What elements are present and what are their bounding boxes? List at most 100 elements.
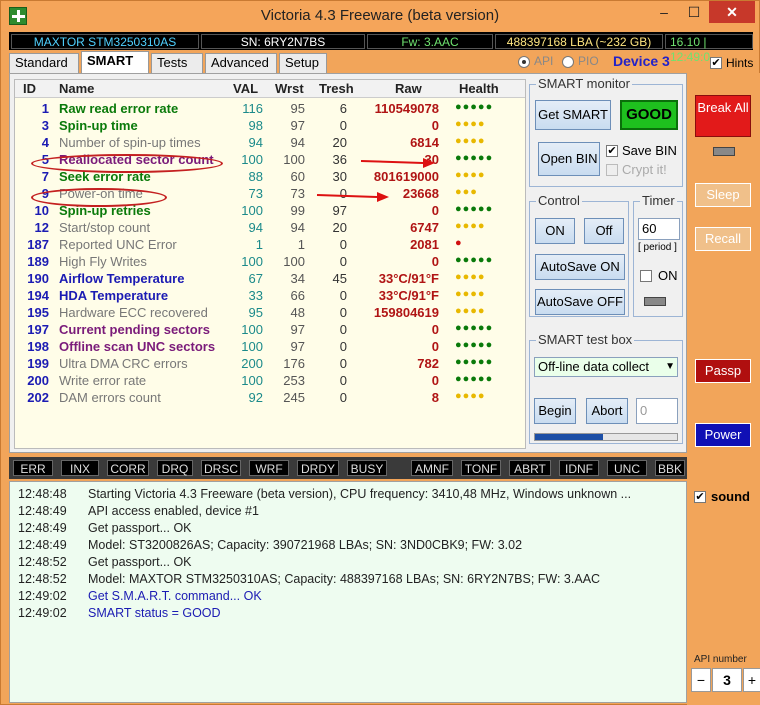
save-bin-checkbox[interactable]: ✔ (606, 145, 618, 157)
log-message: Model: ST3200826AS; Capacity: 390721968 … (88, 538, 523, 552)
attr-worst: 94 (290, 135, 305, 150)
open-bin-button[interactable]: Open BIN (538, 142, 600, 176)
attr-threshold: 0 (339, 390, 347, 405)
attr-name: Offline scan UNC sectors (59, 339, 216, 354)
autosave-on-button[interactable]: AutoSave ON (535, 254, 625, 280)
sleep-button[interactable]: Sleep (695, 183, 751, 207)
pio-radio-label: PIO (578, 54, 599, 68)
tab-smart[interactable]: SMART (81, 51, 149, 73)
attr-raw: 110549078 (374, 101, 439, 116)
smart-row[interactable]: 189 High Fly Writes 100 100 0 0 ●●●●● (15, 253, 525, 270)
close-button[interactable]: ✕ (709, 1, 755, 23)
device-label[interactable]: Device 3 (613, 53, 670, 69)
attr-health: ●●●●● (455, 101, 494, 113)
get-smart-button[interactable]: Get SMART (535, 100, 611, 130)
timer-label: Timer (640, 193, 677, 208)
attr-val: 67 (248, 271, 263, 286)
attr-name: Hardware ECC recovered (59, 305, 208, 320)
attr-health: ●●●●● (455, 254, 494, 266)
control-on-button[interactable]: ON (535, 218, 575, 244)
smart-row[interactable]: 187 Reported UNC Error 1 1 0 2081 ● (15, 236, 525, 253)
smart-panel: ID Name VAL Wrst Tresh Raw Health 1 Raw r… (9, 73, 687, 453)
log-time: 12:49:02 (18, 606, 67, 620)
attr-name: Start/stop count (59, 220, 151, 235)
smart-row[interactable]: 4 Number of spin-up times 94 94 20 6814 ●●●● (15, 134, 525, 151)
log-time: 12:48:48 (18, 487, 67, 501)
smart-row[interactable]: 199 Ultra DMA CRC errors 200 176 0 782 ●●●●● (15, 355, 525, 372)
log-message: SMART status = GOOD (88, 606, 221, 620)
smart-row[interactable]: 202 DAM errors count 92 245 0 8 ●●●● (15, 389, 525, 406)
arrow-reallocated (360, 158, 435, 168)
attr-worst: 97 (290, 339, 305, 354)
attr-threshold: 0 (339, 237, 347, 252)
test-type-select[interactable]: Off-line data collect ▼ (534, 357, 678, 377)
smart-row[interactable]: 197 Current pending sectors 100 97 0 0 ●●●●● (15, 321, 525, 338)
pio-radio[interactable] (562, 56, 574, 68)
api-number-decrement[interactable]: − (691, 668, 711, 692)
sound-checkbox[interactable]: ✔ (694, 491, 706, 503)
attr-health: ●●●● (455, 169, 486, 181)
attr-raw: 33°C/91°F (378, 271, 439, 286)
col-val: VAL (233, 81, 259, 96)
smart-row[interactable]: 200 Write error rate 100 253 0 0 ●●●●● (15, 372, 525, 389)
flag-err: ERR (13, 460, 53, 476)
smart-row[interactable]: 1 Raw read error rate 116 95 6 110549078 ●●●●● (15, 100, 525, 117)
attr-raw: 2081 (410, 237, 439, 252)
log-message: Get passport... OK (88, 521, 192, 535)
timer-input[interactable]: 60 (638, 218, 680, 240)
attr-name: High Fly Writes (59, 254, 147, 269)
attr-threshold: 0 (339, 339, 347, 354)
attr-val: 100 (241, 322, 263, 337)
recall-button[interactable]: Recall (695, 227, 751, 251)
api-number-value[interactable]: 3 (712, 668, 742, 692)
passp-button[interactable]: Passp (695, 359, 751, 383)
break-all-button[interactable]: Break All (695, 95, 751, 137)
tab-tests[interactable]: Tests (151, 53, 203, 73)
log-time: 12:48:49 (18, 504, 67, 518)
control-off-button[interactable]: Off (584, 218, 624, 244)
attr-id: 190 (27, 271, 49, 286)
tab-setup[interactable]: Setup (279, 53, 327, 73)
tab-standard[interactable]: Standard (9, 53, 79, 73)
log-message: Get S.M.A.R.T. command... OK (88, 589, 262, 603)
break-indicator (713, 147, 735, 156)
timer-on-checkbox[interactable] (640, 270, 652, 282)
abort-test-button[interactable]: Abort (586, 398, 628, 424)
attr-id: 200 (27, 373, 49, 388)
hints-checkbox[interactable]: ✔ (710, 57, 722, 69)
attr-id: 194 (27, 288, 49, 303)
smart-row[interactable]: 3 Spin-up time 98 97 0 0 ●●●● (15, 117, 525, 134)
attr-id: 10 (34, 203, 49, 218)
crypt-checkbox[interactable] (606, 164, 618, 176)
minimize-button[interactable]: – (649, 1, 679, 23)
attr-id: 7 (41, 169, 49, 184)
smart-row[interactable]: 198 Offline scan UNC sectors 100 97 0 0 ●●●●● (15, 338, 525, 355)
attr-health: ●●●● (455, 220, 486, 232)
test-counter-input[interactable]: 0 (636, 398, 678, 424)
attr-raw: 159804619 (373, 305, 439, 320)
attr-name: Number of spin-up times (59, 135, 201, 150)
begin-test-button[interactable]: Begin (534, 398, 576, 424)
smart-row[interactable]: 12 Start/stop count 94 94 20 6747 ●●●● (15, 219, 525, 236)
attr-threshold: 0 (339, 118, 347, 133)
flag-unc: UNC (607, 460, 647, 476)
api-radio[interactable] (518, 56, 530, 68)
smart-row[interactable]: 194 HDA Temperature 33 66 0 33°C/91°F ●●●● (15, 287, 525, 304)
smart-row[interactable]: 195 Hardware ECC recovered 95 48 0 159804619 ●… (15, 304, 525, 321)
power-button[interactable]: Power (695, 423, 751, 447)
attr-raw: 8 (431, 390, 439, 405)
api-number-increment[interactable]: + (743, 668, 760, 692)
attr-val: 73 (248, 186, 263, 201)
col-id: ID (23, 81, 36, 96)
attr-id: 202 (27, 390, 49, 405)
attr-threshold: 6 (339, 101, 347, 116)
attr-health: ● (455, 237, 463, 249)
smart-row[interactable]: 190 Airflow Temperature 67 34 45 33°C/91°F ●●●… (15, 270, 525, 287)
attr-name: Ultra DMA CRC errors (59, 356, 188, 371)
maximize-button[interactable]: ☐ (680, 1, 708, 23)
autosave-off-button[interactable]: AutoSave OFF (535, 289, 625, 315)
tab-advanced[interactable]: Advanced (205, 53, 277, 73)
attr-val: 33 (248, 288, 263, 303)
event-log[interactable]: 12:48:48 Starting Victoria 4.3 Freeware (… (9, 481, 687, 703)
title-bar[interactable]: Victoria 4.3 Freeware (beta version) – ☐… (1, 1, 759, 31)
